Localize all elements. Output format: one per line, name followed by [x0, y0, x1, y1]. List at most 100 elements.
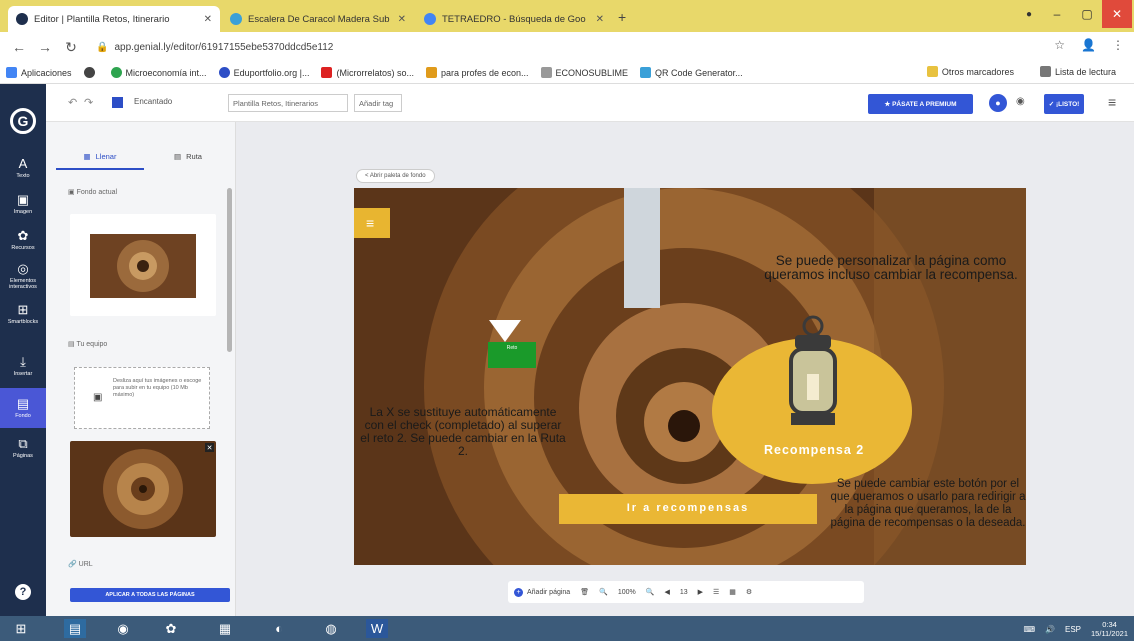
browser-tab-tetraedro[interactable]: TETRAEDRO - Búsqueda de Goo ✕: [416, 6, 612, 32]
preview-eye-icon[interactable]: ◉: [1016, 96, 1025, 107]
undo-icon[interactable]: ↶: [68, 96, 77, 109]
add-page-button[interactable]: + Añadir página: [514, 587, 570, 597]
redo-icon[interactable]: ↷: [84, 96, 93, 109]
apply-all-pages-button[interactable]: APLICAR A TODAS LAS PÁGINAS: [70, 588, 230, 602]
word-icon[interactable]: W: [366, 619, 388, 638]
browser-tab-editor[interactable]: Editor | Plantilla Retos, Itinerario ✕: [8, 6, 220, 32]
page-counter[interactable]: 13: [680, 589, 688, 596]
settings-icon[interactable]: ⚙: [746, 588, 752, 596]
close-window-icon[interactable]: ✕: [1102, 0, 1132, 28]
file-explorer-icon[interactable]: ▤: [64, 619, 86, 638]
zoom-out-icon[interactable]: 🔍: [599, 588, 608, 596]
bookmark-others[interactable]: Otros marcadores: [926, 66, 1014, 77]
url-field[interactable]: 🔒 app.genial.ly/editor/61917155ebe5370dd…: [96, 38, 333, 56]
list-view-icon[interactable]: ☰: [713, 588, 719, 596]
volume-icon[interactable]: 🔊: [1045, 625, 1055, 634]
challenge-button[interactable]: Reto: [488, 342, 536, 368]
back-arrow-icon[interactable]: ←: [6, 39, 32, 55]
remove-thumbnail-icon[interactable]: ✕: [205, 443, 214, 452]
rail-item-pages[interactable]: ⧉ Páginas: [0, 430, 46, 466]
rail-item-text[interactable]: A Texto: [0, 150, 46, 186]
url-text: app.genial.ly/editor/61917155ebe5370ddcd…: [114, 41, 334, 53]
firefox-icon[interactable]: ◍: [320, 619, 342, 638]
minimize-icon[interactable]: –: [1040, 0, 1074, 28]
browser-tab-escalera[interactable]: Escalera De Caracol Madera Sub ✕: [222, 6, 414, 32]
tag-field[interactable]: Añadir tag: [354, 94, 402, 112]
reward-label: Recompensa 2: [764, 443, 865, 457]
edge-icon[interactable]: ◐: [268, 619, 290, 638]
rail-item-smartblocks[interactable]: ⊞ Smartblocks: [0, 296, 46, 332]
bookmark-microrrelatos[interactable]: (Microrrelatos) so...: [321, 67, 414, 78]
chrome-icon[interactable]: ◉: [112, 619, 134, 638]
next-page-icon[interactable]: ▶: [698, 588, 703, 596]
listo-button[interactable]: ✓ ¡LISTO!: [1044, 94, 1084, 114]
close-tab-icon[interactable]: ✕: [596, 14, 604, 25]
close-tab-icon[interactable]: ✕: [204, 14, 212, 25]
fill-icon: ▦: [83, 151, 91, 161]
menu-banner[interactable]: ≡: [354, 208, 390, 238]
star-icon[interactable]: ☆: [1054, 38, 1065, 52]
photos-icon[interactable]: ✿: [160, 619, 182, 638]
rail-item-insert[interactable]: ⤓ Insertar: [0, 348, 46, 384]
google-favicon-icon: [424, 13, 436, 25]
bookmark-eduportfolio[interactable]: Eduportfolio.org |...: [218, 67, 309, 78]
bookmark-apps[interactable]: Aplicaciones: [6, 67, 72, 78]
bookmark-qr[interactable]: QR Code Generator...: [640, 67, 743, 78]
tab-route[interactable]: ▤ Ruta: [144, 144, 232, 170]
section-url: 🔗 URL: [68, 561, 93, 568]
windows-taskbar: ⊞ ▤ ◉ ✿ ▦ ◐ ◍ W ⌨ 🔊 ESP 0:34 15/11/2021: [0, 616, 1134, 641]
rail-item-image[interactable]: ▣ Imagen: [0, 186, 46, 222]
grid-view-icon[interactable]: ▦: [729, 588, 736, 596]
bottom-bar: + Añadir página 🗑 🔍 100% 🔍 ◀ 13 ▶ ☰ ▦ ⚙: [508, 581, 864, 603]
maximize-icon[interactable]: ▢: [1070, 0, 1104, 28]
keyboard-icon[interactable]: ⌨: [1023, 625, 1035, 634]
current-background-card[interactable]: [70, 214, 216, 316]
more-menu-icon[interactable]: ⋮: [1112, 38, 1124, 52]
title-field[interactable]: Plantilla Retos, Itinerarios: [228, 94, 348, 112]
route-icon: ▤: [174, 151, 182, 161]
note-button-redirect: Se puede cambiar este botón por el que q…: [830, 478, 1026, 529]
bookmark-reading-list[interactable]: Lista de lectura: [1039, 66, 1116, 77]
upload-icon: ▣: [93, 392, 103, 403]
forward-arrow-icon[interactable]: →: [32, 39, 58, 55]
genially-logo[interactable]: G: [10, 108, 36, 134]
bookmark-econosublime[interactable]: ECONOSUBLIME: [540, 67, 628, 78]
zoom-level[interactable]: 100%: [618, 589, 636, 596]
apps-grid-icon: [6, 67, 17, 78]
language-indicator[interactable]: ESP: [1065, 625, 1081, 634]
prev-page-icon[interactable]: ◀: [664, 588, 669, 596]
panel-scrollbar[interactable]: [227, 188, 232, 352]
help-icon[interactable]: ?: [15, 584, 31, 600]
delete-page-icon[interactable]: 🗑: [580, 588, 589, 596]
go-to-rewards-button[interactable]: Ir a recompensas: [559, 494, 817, 524]
section-upload: ▤ Tu equipo: [68, 341, 108, 348]
bookmark-github[interactable]: [83, 67, 99, 78]
premium-button[interactable]: ★ PÁSATE A PREMIUM: [868, 94, 973, 114]
bookmarks-bar: Aplicaciones Microeconomía int... Edupor…: [0, 62, 1134, 84]
close-tab-icon[interactable]: ✕: [398, 14, 406, 25]
clock[interactable]: 0:34 15/11/2021: [1091, 620, 1128, 638]
windows-start-icon[interactable]: ⊞: [10, 619, 32, 638]
rail-item-interactive[interactable]: ◎ Elementos interactivos: [0, 258, 46, 294]
note-customize: Se puede personalizar la página como que…: [764, 253, 1018, 282]
rail-item-resources[interactable]: ✿ Recursos: [0, 222, 46, 258]
calculator-icon[interactable]: ▦: [214, 619, 236, 638]
reload-icon[interactable]: ↻: [58, 39, 84, 56]
theme-label[interactable]: Encantado: [134, 97, 172, 106]
rail-item-background[interactable]: ▤ Fondo: [0, 388, 46, 428]
uploaded-image-thumbnail[interactable]: ✕: [70, 441, 216, 537]
bookmark-profes[interactable]: para profes de econ...: [425, 67, 529, 78]
folder-icon: [926, 66, 938, 77]
new-tab-button[interactable]: +: [618, 9, 626, 25]
theme-color-swatch[interactable]: [112, 97, 123, 108]
hamburger-menu-icon[interactable]: ≡: [1108, 94, 1116, 110]
tab-fill[interactable]: ▦ Llenar: [56, 144, 144, 170]
back-to-palette-link[interactable]: < Abrir paleta de fondo: [356, 169, 435, 183]
zoom-in-icon[interactable]: 🔍: [646, 588, 655, 596]
bookmark-micro[interactable]: Microeconomía int...: [110, 67, 207, 78]
slide[interactable]: ≡ Se puede personalizar la página como q…: [354, 188, 1026, 565]
upload-dropzone[interactable]: ▣ Desliza aquí tus imágenes o escoge par…: [74, 367, 210, 429]
account-icon[interactable]: 👤: [1081, 38, 1096, 52]
avatar[interactable]: ●: [989, 94, 1007, 112]
menu-lines-icon: ≡: [366, 215, 375, 231]
